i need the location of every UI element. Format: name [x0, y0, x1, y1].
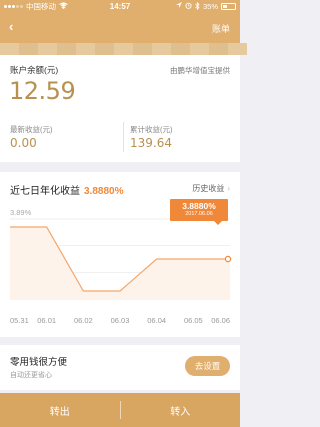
y-tick-label: 3.89% — [10, 208, 32, 217]
pocket-money-banner: 零用钱很方便 自动还更省心 去设置 — [0, 345, 240, 390]
total-earnings-label: 累计收益(元) — [130, 125, 173, 134]
nav-bar: ‹ 账单 — [0, 13, 240, 43]
bottom-action-bar: 转出 转入 — [0, 393, 240, 427]
history-earnings-link[interactable]: 历史收益 › — [192, 183, 230, 194]
latest-earnings-value: 0.00 — [10, 136, 37, 150]
x-tick-label: 06.06 — [211, 316, 230, 325]
series-area — [10, 227, 230, 299]
transfer-in-button[interactable]: 转入 — [121, 393, 241, 427]
decorative-band — [0, 43, 247, 55]
x-tick-label: 05.31 — [10, 316, 29, 325]
x-tick-label: 06.01 — [37, 316, 56, 325]
tooltip-date: 2017.06.06 — [185, 211, 213, 217]
status-bar: 中国移动 14:57 35% — [0, 0, 240, 13]
balance-value: 12.59 — [9, 77, 76, 105]
chart-tooltip: 3.8880% 2017.06.06 — [170, 199, 228, 225]
chevron-right-icon: › — [227, 184, 230, 193]
x-tick-label: 06.03 — [111, 316, 130, 325]
setup-button[interactable]: 去设置 — [185, 356, 230, 376]
balance-title: 账户余额(元) — [10, 65, 59, 75]
x-tick-label: 06.02 — [74, 316, 93, 325]
bill-link[interactable]: 账单 — [212, 22, 230, 35]
promo-title: 零用钱很方便 — [10, 357, 68, 368]
chart-title: 近七日年化收益 3.8880% — [10, 182, 123, 197]
status-time: 14:57 — [109, 2, 131, 11]
selected-point — [224, 255, 232, 263]
promo-subtitle: 自动还更省心 — [10, 372, 52, 379]
back-chevron-icon[interactable]: ‹ — [9, 20, 13, 34]
battery-icon — [221, 3, 236, 10]
latest-earnings-label: 最新收益(元) — [10, 125, 53, 134]
x-tick-label: 06.04 — [147, 316, 166, 325]
x-tick-label: 06.05 — [184, 316, 203, 325]
tooltip-value: 3.8880% — [182, 201, 216, 211]
provider-label: 由鹏华增值宝提供 — [170, 66, 230, 75]
total-earnings-value: 139.64 — [130, 136, 172, 150]
transfer-out-button[interactable]: 转出 — [0, 393, 120, 427]
balance-card: 账户余额(元) 由鹏华增值宝提供 12.59 最新收益(元) 0.00 累计收益… — [0, 55, 240, 162]
yield-chart-card: 近七日年化收益3.8880% 历史收益› 3.89%3.89%3.89%3.89… — [0, 172, 240, 337]
chart-title-label: 近七日年化收益 — [10, 186, 80, 197]
chart-rate: 3.8880% — [84, 186, 124, 197]
stat-divider — [123, 122, 124, 152]
history-earnings-label: 历史收益 — [192, 184, 225, 193]
